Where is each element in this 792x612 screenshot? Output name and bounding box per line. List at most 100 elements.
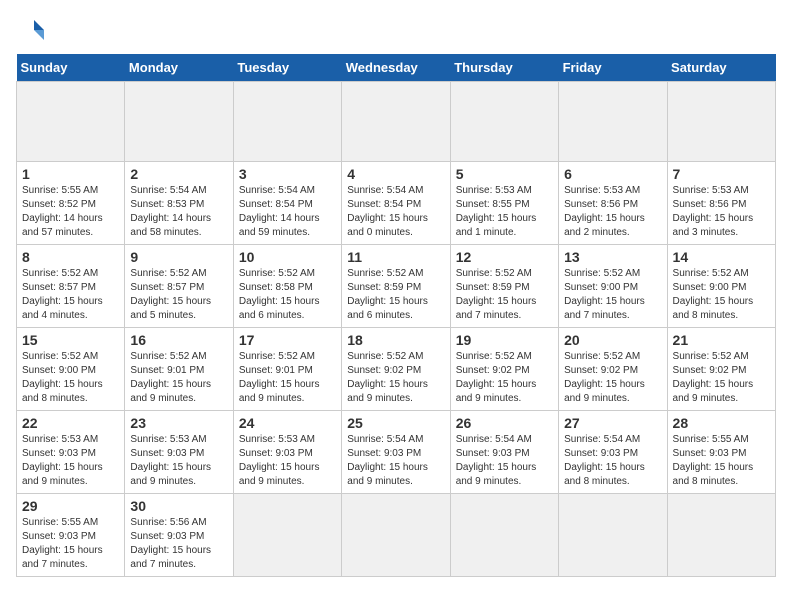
day-number: 17 (239, 332, 336, 348)
day-info: Sunrise: 5:53 AM Sunset: 9:03 PM Dayligh… (22, 433, 119, 489)
day-info: Sunrise: 5:52 AM Sunset: 8:59 PM Dayligh… (347, 267, 444, 323)
table-row: 25Sunrise: 5:54 AM Sunset: 9:03 PM Dayli… (342, 411, 450, 494)
day-info: Sunrise: 5:52 AM Sunset: 9:00 PM Dayligh… (564, 267, 661, 323)
day-number: 11 (347, 249, 444, 265)
header-friday: Friday (559, 54, 667, 82)
day-number: 24 (239, 415, 336, 431)
table-row: 13 Sunrise: 5:52 AM Sunset: 9:00 PM Dayli… (559, 245, 667, 328)
table-row (450, 82, 558, 162)
table-row: 6Sunrise: 5:53 AM Sunset: 8:56 PM Daylig… (559, 162, 667, 245)
table-row: 28 Sunrise: 5:55 AM Sunset: 9:03 PM Dayli… (667, 411, 775, 494)
day-info: Sunrise: 5:55 AM Sunset: 8:52 PM Dayligh… (22, 184, 119, 240)
table-row: 15Sunrise: 5:52 AM Sunset: 9:00 PM Dayli… (17, 328, 125, 411)
table-row: 7 Sunrise: 5:53 AM Sunset: 8:56 PM Daylig… (667, 162, 775, 245)
table-row: 14 Sunrise: 5:52 AM Sunset: 9:00 PM Dayli… (667, 245, 775, 328)
table-row: 1Sunrise: 5:55 AM Sunset: 8:52 PM Daylig… (17, 162, 125, 245)
day-info: Sunrise: 5:52 AM Sunset: 9:01 PM Dayligh… (130, 350, 227, 406)
calendar-table: Sunday Monday Tuesday Wednesday Thursday… (16, 54, 776, 577)
table-row: 27 Sunrise: 5:54 AM Sunset: 9:03 PM Dayli… (559, 411, 667, 494)
table-row (559, 494, 667, 577)
day-info: Sunrise: 5:52 AM Sunset: 8:57 PM Dayligh… (130, 267, 227, 323)
day-number: 2 (130, 166, 227, 182)
day-info: Sunrise: 5:52 AM Sunset: 9:02 PM Dayligh… (564, 350, 661, 406)
table-row: 2 Sunrise: 5:54 AM Sunset: 8:53 PM Daylig… (125, 162, 233, 245)
table-row (233, 494, 341, 577)
table-row (342, 82, 450, 162)
day-number: 3 (239, 166, 336, 182)
table-row (342, 494, 450, 577)
table-row: 22 Sunrise: 5:53 AM Sunset: 9:03 PM Dayli… (17, 411, 125, 494)
day-info: Sunrise: 5:53 AM Sunset: 8:55 PM Dayligh… (456, 184, 553, 240)
table-row (559, 82, 667, 162)
table-row: 19 Sunrise: 5:52 AM Sunset: 9:02 PM Dayli… (450, 328, 558, 411)
table-row: 16 Sunrise: 5:52 AM Sunset: 9:01 PM Dayli… (125, 328, 233, 411)
day-number: 27 (564, 415, 661, 431)
table-row (233, 82, 341, 162)
day-info: Sunrise: 5:55 AM Sunset: 9:03 PM Dayligh… (673, 433, 770, 489)
header-thursday: Thursday (450, 54, 558, 82)
day-info: Sunrise: 5:55 AM Sunset: 9:03 PM Dayligh… (22, 516, 119, 572)
day-info: Sunrise: 5:54 AM Sunset: 8:54 PM Dayligh… (239, 184, 336, 240)
table-row (450, 494, 558, 577)
day-info: Sunrise: 5:54 AM Sunset: 8:54 PM Dayligh… (347, 184, 444, 240)
day-number: 9 (130, 249, 227, 265)
table-row: 23Sunrise: 5:53 AM Sunset: 9:03 PM Dayli… (125, 411, 233, 494)
table-row: 8 Sunrise: 5:52 AM Sunset: 8:57 PM Daylig… (17, 245, 125, 328)
logo (16, 16, 52, 44)
day-info: Sunrise: 5:52 AM Sunset: 9:02 PM Dayligh… (673, 350, 770, 406)
day-info: Sunrise: 5:52 AM Sunset: 9:00 PM Dayligh… (673, 267, 770, 323)
calendar-row: 22 Sunrise: 5:53 AM Sunset: 9:03 PM Dayli… (17, 411, 776, 494)
day-number: 16 (130, 332, 227, 348)
table-row: 21Sunrise: 5:52 AM Sunset: 9:02 PM Dayli… (667, 328, 775, 411)
header-monday: Monday (125, 54, 233, 82)
day-number: 18 (347, 332, 444, 348)
day-info: Sunrise: 5:52 AM Sunset: 8:57 PM Dayligh… (22, 267, 119, 323)
header-wednesday: Wednesday (342, 54, 450, 82)
table-row: 30 Sunrise: 5:56 AM Sunset: 9:03 PM Dayli… (125, 494, 233, 577)
day-number: 12 (456, 249, 553, 265)
table-row: 20 Sunrise: 5:52 AM Sunset: 9:02 PM Dayli… (559, 328, 667, 411)
table-row: 4 Sunrise: 5:54 AM Sunset: 8:54 PM Daylig… (342, 162, 450, 245)
day-info: Sunrise: 5:56 AM Sunset: 9:03 PM Dayligh… (130, 516, 227, 572)
day-number: 29 (22, 498, 119, 514)
day-info: Sunrise: 5:54 AM Sunset: 9:03 PM Dayligh… (564, 433, 661, 489)
table-row: 5 Sunrise: 5:53 AM Sunset: 8:55 PM Daylig… (450, 162, 558, 245)
table-row: 3 Sunrise: 5:54 AM Sunset: 8:54 PM Daylig… (233, 162, 341, 245)
day-info: Sunrise: 5:52 AM Sunset: 8:58 PM Dayligh… (239, 267, 336, 323)
day-number: 20 (564, 332, 661, 348)
table-row (667, 494, 775, 577)
table-row (667, 82, 775, 162)
day-info: Sunrise: 5:52 AM Sunset: 9:02 PM Dayligh… (456, 350, 553, 406)
day-number: 14 (673, 249, 770, 265)
calendar-row: 15Sunrise: 5:52 AM Sunset: 9:00 PM Dayli… (17, 328, 776, 411)
table-row: 9 Sunrise: 5:52 AM Sunset: 8:57 PM Daylig… (125, 245, 233, 328)
day-number: 22 (22, 415, 119, 431)
day-number: 5 (456, 166, 553, 182)
table-row: 17 Sunrise: 5:52 AM Sunset: 9:01 PM Dayli… (233, 328, 341, 411)
day-info: Sunrise: 5:53 AM Sunset: 9:03 PM Dayligh… (239, 433, 336, 489)
day-number: 13 (564, 249, 661, 265)
day-number: 26 (456, 415, 553, 431)
header-saturday: Saturday (667, 54, 775, 82)
calendar-row: 29 Sunrise: 5:55 AM Sunset: 9:03 PM Dayli… (17, 494, 776, 577)
table-row: 26Sunrise: 5:54 AM Sunset: 9:03 PM Dayli… (450, 411, 558, 494)
day-info: Sunrise: 5:54 AM Sunset: 8:53 PM Dayligh… (130, 184, 227, 240)
day-info: Sunrise: 5:53 AM Sunset: 8:56 PM Dayligh… (673, 184, 770, 240)
table-row: 18Sunrise: 5:52 AM Sunset: 9:02 PM Dayli… (342, 328, 450, 411)
day-info: Sunrise: 5:52 AM Sunset: 9:00 PM Dayligh… (22, 350, 119, 406)
day-info: Sunrise: 5:54 AM Sunset: 9:03 PM Dayligh… (347, 433, 444, 489)
day-number: 23 (130, 415, 227, 431)
day-info: Sunrise: 5:52 AM Sunset: 9:01 PM Dayligh… (239, 350, 336, 406)
day-number: 8 (22, 249, 119, 265)
day-number: 30 (130, 498, 227, 514)
day-number: 28 (673, 415, 770, 431)
day-number: 4 (347, 166, 444, 182)
table-row: 12Sunrise: 5:52 AM Sunset: 8:59 PM Dayli… (450, 245, 558, 328)
table-row: 10Sunrise: 5:52 AM Sunset: 8:58 PM Dayli… (233, 245, 341, 328)
day-number: 19 (456, 332, 553, 348)
table-row (17, 82, 125, 162)
day-number: 7 (673, 166, 770, 182)
header (16, 16, 776, 44)
calendar-row: 1Sunrise: 5:55 AM Sunset: 8:52 PM Daylig… (17, 162, 776, 245)
table-row: 24 Sunrise: 5:53 AM Sunset: 9:03 PM Dayli… (233, 411, 341, 494)
